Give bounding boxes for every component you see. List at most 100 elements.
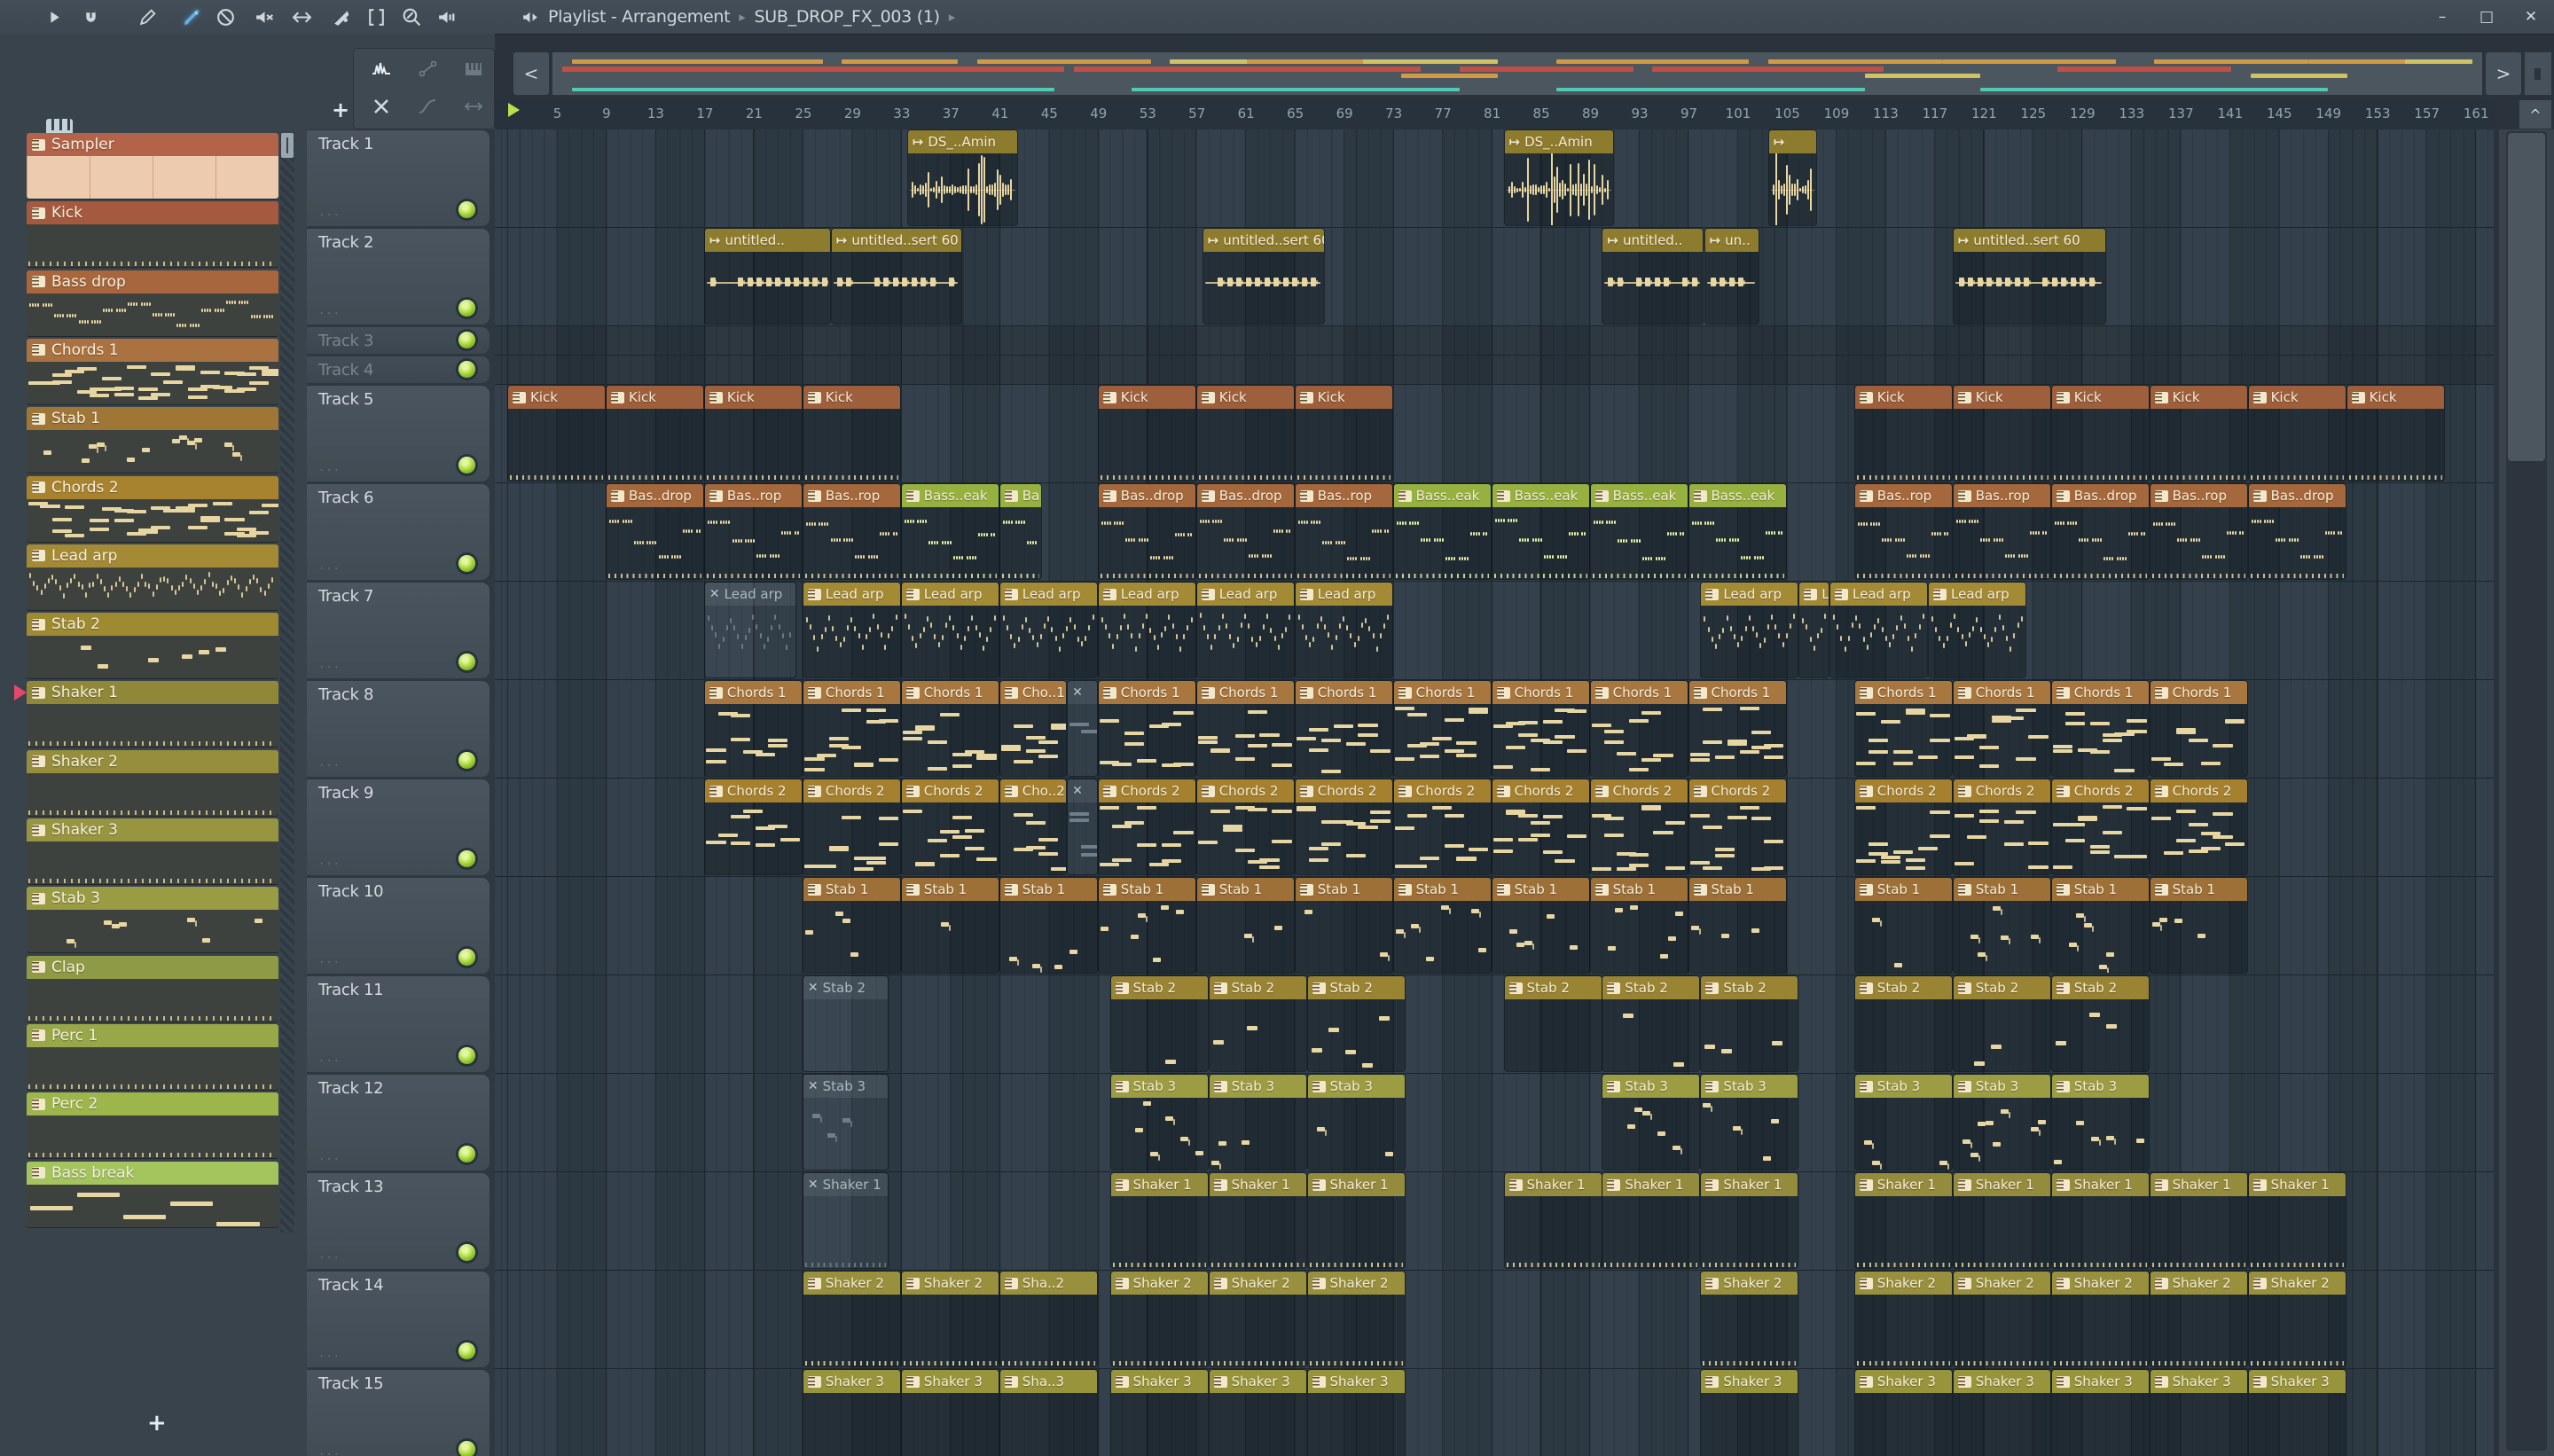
pattern-clip[interactable]: Bas..rop <box>1295 484 1392 579</box>
pattern-clip[interactable]: Stab 2 <box>1504 976 1602 1071</box>
pattern-clip[interactable]: Bass..eak <box>1492 484 1589 579</box>
pattern-clip[interactable]: Stab 1 <box>803 878 900 973</box>
pattern-clip[interactable]: Cho..1 <box>999 681 1067 776</box>
vertical-scrollbar-thumb[interactable] <box>2508 133 2545 461</box>
pattern-clip[interactable]: Kick <box>1854 386 1952 481</box>
pattern-clip[interactable]: Stab 3 <box>1854 1075 1952 1170</box>
pattern-clip[interactable]: Shaker 2 <box>1307 1272 1405 1366</box>
track-header[interactable]: Track 8 ··· <box>307 681 490 777</box>
pattern-clip[interactable]: Shaker 1 <box>1209 1173 1306 1268</box>
pattern-clip[interactable]: Chords 1 <box>901 681 999 776</box>
audio-clip[interactable]: ↦ un.. <box>1704 229 1759 324</box>
picker-item[interactable]: Kick <box>27 201 278 268</box>
playhead-marker-icon[interactable] <box>508 103 520 117</box>
pattern-clip[interactable]: Shaker 2 <box>803 1272 900 1366</box>
picker-item[interactable]: Shaker 2 <box>27 749 278 816</box>
pattern-clip[interactable]: Chords 2 <box>704 779 802 874</box>
mute-led[interactable] <box>458 457 475 474</box>
pattern-clip[interactable]: Shaker 2 <box>1701 1272 1798 1366</box>
audio-clip[interactable]: ↦ untitled.. <box>704 229 830 324</box>
mute-tool-icon[interactable] <box>252 4 277 29</box>
pattern-clip[interactable]: Chords 2 <box>2051 779 2149 874</box>
mute-led[interactable] <box>458 1441 475 1456</box>
pattern-clip[interactable]: Chords 2 <box>1196 779 1294 874</box>
mute-led[interactable] <box>458 1342 475 1359</box>
picker-item[interactable]: Chords 1 <box>27 338 278 404</box>
pattern-clip[interactable]: Stab 2 <box>1209 976 1306 1071</box>
pattern-clip[interactable]: Chords 2 <box>1393 779 1491 874</box>
magnet-tool-icon[interactable] <box>78 4 103 29</box>
pattern-clip[interactable]: Shaker 3 <box>1953 1370 2050 1456</box>
pattern-clip[interactable]: Shaker 2 <box>1854 1272 1952 1366</box>
picker-item[interactable]: Sampler <box>27 133 278 199</box>
pattern-clip[interactable]: Shaker 1 <box>2248 1173 2346 1268</box>
pattern-clip[interactable]: Shaker 3 <box>901 1370 999 1456</box>
mute-led[interactable] <box>458 1047 475 1064</box>
playlist-grid[interactable]: ↦ DS_..Amin ↦ DS_..Amin ↦ ↦ untitled.. ↦ untitle… <box>495 129 2494 1456</box>
scroll-up-button[interactable]: ^ <box>2519 99 2552 129</box>
pattern-clip[interactable]: Bass..eak <box>901 484 999 579</box>
pattern-clip[interactable]: Kick <box>508 386 605 481</box>
pattern-clip[interactable]: Lead arp <box>1196 583 1294 677</box>
pattern-clip[interactable]: Shaker 1 <box>1953 1173 2050 1268</box>
tab-pattern-clips[interactable] <box>458 56 489 82</box>
pattern-clip[interactable]: Kick <box>607 386 703 481</box>
pattern-clip[interactable]: Shaker 2 <box>1110 1272 1208 1366</box>
pattern-clip[interactable]: Chords 1 <box>1854 681 1952 776</box>
mute-led[interactable] <box>458 850 475 867</box>
track-header[interactable]: Track 6 ··· <box>307 484 490 580</box>
picker-scrollbar-thumb[interactable] <box>281 133 294 158</box>
track-header[interactable]: Track 7 ··· <box>307 583 490 678</box>
track-header[interactable]: Track 12 ··· <box>307 1075 490 1170</box>
pattern-clip[interactable]: Stab 3 <box>1953 1075 2050 1170</box>
minimize-button[interactable]: – <box>2432 8 2453 26</box>
pattern-clip[interactable]: Shaker 2 <box>1209 1272 1306 1366</box>
track-header[interactable]: Track 2 ··· <box>307 229 490 325</box>
pattern-clip[interactable]: Chords 1 <box>704 681 802 776</box>
picker-item[interactable]: Bass break <box>27 1161 278 1227</box>
pattern-clip[interactable]: Bas..rop <box>1953 484 2050 579</box>
mute-led[interactable] <box>458 300 475 317</box>
pattern-clip[interactable]: Shaker 3 <box>803 1370 900 1456</box>
pattern-clip[interactable]: Bas..rop <box>2150 484 2247 579</box>
add-track-tab-button[interactable]: + <box>332 98 349 122</box>
pattern-clip[interactable]: ✕ <box>1068 779 1097 874</box>
mute-led[interactable] <box>458 1244 475 1261</box>
audio-clip[interactable]: ↦ untitled..sert 60 <box>831 229 962 324</box>
timeline-ruler[interactable]: 5 9 13 17 21 25 29 33 37 41 45 49 53 57 61 65 69 73 77 81 85… <box>495 99 2494 130</box>
pattern-clip[interactable]: Lead arp <box>901 583 999 677</box>
tab-delete-clips[interactable] <box>366 93 396 120</box>
pattern-clip[interactable]: Sha..3 <box>999 1370 1097 1456</box>
pattern-clip[interactable]: Bass..eak <box>1688 484 1786 579</box>
pattern-clip[interactable]: Chords 2 <box>803 779 900 874</box>
slide-tool-icon[interactable] <box>289 4 314 29</box>
track-header[interactable]: Track 3 <box>307 327 490 354</box>
track-header[interactable]: Track 9 ··· <box>307 779 490 875</box>
pattern-clip[interactable]: Stab 1 <box>1393 878 1491 973</box>
picker-item[interactable]: Shaker 1 <box>27 681 278 748</box>
pattern-clip[interactable]: Shaker 2 <box>2150 1272 2247 1366</box>
pattern-clip[interactable]: Lead arp <box>1098 583 1195 677</box>
pattern-clip[interactable]: Stab 3 <box>1602 1075 1700 1170</box>
pattern-clip[interactable]: Chords 2 <box>2150 779 2247 874</box>
pattern-clip[interactable]: Chords 2 <box>1688 779 1786 874</box>
add-picker-item-button[interactable]: + <box>147 1410 167 1436</box>
pattern-clip[interactable]: Stab 1 <box>1196 878 1294 973</box>
pattern-clip[interactable]: Chords 1 <box>1688 681 1786 776</box>
pattern-clip[interactable]: Lead arp <box>1295 583 1392 677</box>
pattern-clip[interactable]: Chords 2 <box>1295 779 1392 874</box>
pattern-clip[interactable]: ✕ <box>1068 681 1097 776</box>
pattern-clip[interactable]: Stab 1 <box>999 878 1097 973</box>
pattern-clip[interactable]: Sha..2 <box>999 1272 1097 1366</box>
pattern-clip[interactable]: Kick <box>1098 386 1195 481</box>
picker-item[interactable]: Chords 2 <box>27 475 278 542</box>
audio-clip[interactable]: ↦ DS_..Amin <box>907 130 1017 225</box>
play-tool-icon[interactable] <box>41 4 66 29</box>
pattern-clip[interactable]: Stab 1 <box>901 878 999 973</box>
pattern-clip[interactable]: Chords 1 <box>1953 681 2050 776</box>
slip-tool-icon[interactable] <box>328 4 353 29</box>
picker-item[interactable]: Clap <box>27 955 278 1022</box>
pattern-clip[interactable]: Chords 1 <box>1492 681 1589 776</box>
pattern-clip[interactable]: Stab 1 <box>2051 878 2149 973</box>
zoom-tool-icon[interactable] <box>399 4 424 29</box>
